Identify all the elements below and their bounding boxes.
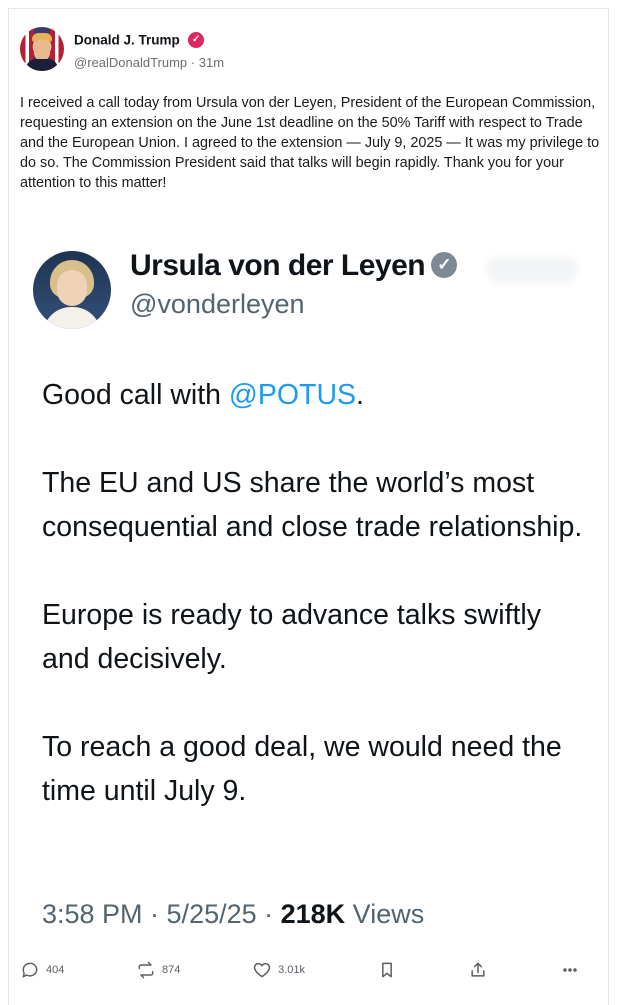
reply-count: 404 bbox=[46, 964, 65, 976]
embed-paragraph-1: Good call with @POTUS. bbox=[42, 379, 364, 411]
embed-meta: 3:58 PM · 5/25/25 · 218K Views bbox=[42, 899, 424, 930]
verified-badge-icon: ✓ bbox=[188, 31, 205, 48]
repost-count: 874 bbox=[162, 964, 181, 976]
author-name[interactable]: Donald J. Trump bbox=[74, 32, 180, 47]
action-bar: 404 874 3.01k bbox=[20, 955, 580, 985]
author-name-row: Donald J. Trump ✓ bbox=[74, 31, 205, 49]
post-text: I received a call today from Ursula von … bbox=[20, 95, 600, 191]
embed-views-count: 218K bbox=[280, 899, 346, 929]
author-handle[interactable]: @realDonaldTrump bbox=[74, 55, 187, 70]
like-icon bbox=[253, 962, 271, 978]
more-icon bbox=[563, 968, 577, 972]
share-icon bbox=[471, 962, 485, 977]
embed-author-name: Ursula von der Leyen bbox=[130, 249, 426, 282]
embed-author-row: Ursula von der Leyen ✓ bbox=[130, 249, 458, 283]
embed-timestamp: 3:58 PM · 5/25/25 · bbox=[42, 899, 281, 929]
embed-paragraph-4: To reach a good deal, we would need the … bbox=[42, 731, 562, 807]
author-avatar[interactable] bbox=[20, 27, 64, 71]
embed-paragraph-3: Europe is ready to advance talks swiftly… bbox=[42, 599, 541, 675]
embed-body: Good call with @POTUS. The EU and US sha… bbox=[42, 373, 592, 857]
post-time[interactable]: 31m bbox=[199, 55, 224, 70]
reply-icon bbox=[22, 962, 38, 978]
embed-author-handle: @vonderleyen bbox=[130, 289, 305, 319]
repost-icon bbox=[138, 961, 154, 979]
separator-dot: · bbox=[190, 55, 199, 70]
repost-button[interactable]: 874 bbox=[136, 960, 180, 980]
like-button[interactable]: 3.01k bbox=[252, 960, 305, 980]
verified-check-icon: ✓ bbox=[431, 252, 458, 279]
bookmark-icon bbox=[381, 962, 392, 978]
embed-views-label: Views bbox=[345, 899, 425, 929]
like-count: 3.01k bbox=[278, 964, 305, 976]
share-button[interactable] bbox=[468, 960, 488, 980]
embed-paragraph-2: The EU and US share the world’s most con… bbox=[42, 467, 583, 543]
mention-link: @POTUS bbox=[228, 379, 357, 411]
more-button[interactable] bbox=[560, 960, 580, 980]
reply-button[interactable]: 404 bbox=[20, 960, 64, 980]
author-handle-row: @realDonaldTrump · 31m bbox=[74, 55, 224, 70]
embedded-post-image[interactable]: Ursula von der Leyen ✓ @vonderleyen Good … bbox=[20, 231, 600, 939]
bookmark-button[interactable] bbox=[377, 960, 397, 980]
blurred-element bbox=[486, 257, 578, 283]
embed-avatar bbox=[33, 251, 111, 329]
post-card: Donald J. Trump ✓ @realDonaldTrump · 31m… bbox=[8, 8, 609, 1005]
